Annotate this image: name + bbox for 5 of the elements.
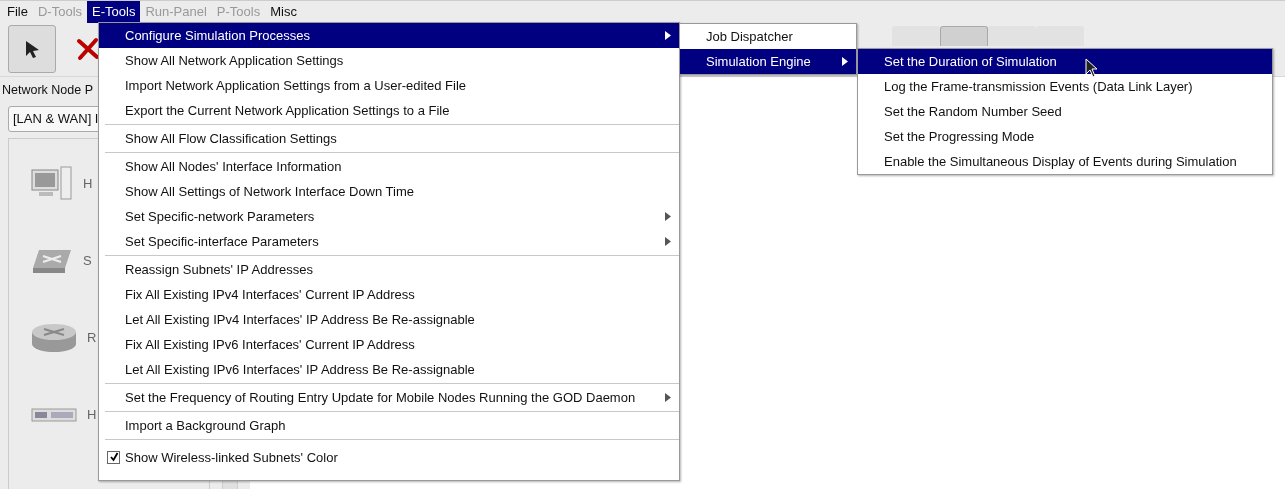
panel-title: Network Node P [2,82,93,98]
node-label: H [87,407,97,422]
node-label: R [87,330,97,345]
node-label: H [83,176,93,191]
node-label: S [83,253,92,268]
